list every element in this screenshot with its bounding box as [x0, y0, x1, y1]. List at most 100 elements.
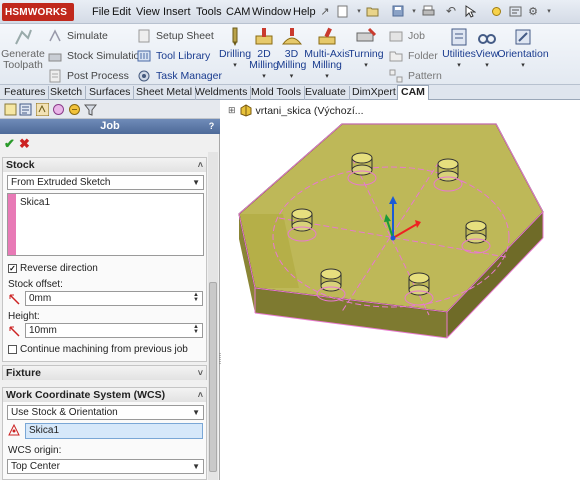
expand-chevron-icon[interactable]: ˅: [198, 366, 203, 380]
stock-simulation-button[interactable]: Stock Simulation: [47, 48, 145, 64]
title-bar: HSMWORKS File Edit View Insert Tools CAM…: [0, 0, 580, 24]
rebuild-icon[interactable]: [489, 4, 503, 18]
drilling-dropdown-icon: ▾: [233, 62, 237, 69]
fixture-section-title: Fixture: [6, 367, 42, 379]
collapse-chevron-icon[interactable]: ˄: [198, 158, 203, 172]
tab-mold-tools[interactable]: Mold Tools: [248, 86, 305, 100]
setup-sheet-button[interactable]: Setup Sheet: [136, 28, 214, 44]
stock-offset-input[interactable]: 0mm ▲ ▼: [25, 291, 203, 306]
reverse-direction-label: Reverse direction: [20, 263, 98, 274]
menu-insert[interactable]: Insert: [163, 6, 191, 18]
generate-toolpath-label: Generate Toolpath: [1, 48, 45, 71]
post-process-icon: [49, 69, 61, 83]
options-icon[interactable]: [508, 4, 522, 18]
tab-cam[interactable]: CAM: [397, 85, 429, 101]
ok-cancel-row: ✔ ✖: [0, 134, 220, 152]
wcs-selection-field[interactable]: Skica1: [25, 423, 203, 439]
multi-axis-milling-label: Multi-Axis Milling: [304, 48, 350, 71]
print-icon[interactable]: [421, 4, 435, 18]
fixture-section-header[interactable]: Fixture ˅: [3, 366, 206, 380]
view-button[interactable]: View ▾: [476, 26, 498, 71]
wcs-mode-select[interactable]: Use Stock & Orientation ▼: [7, 405, 204, 420]
tab-weldments[interactable]: Weldments: [192, 86, 252, 100]
configuration-manager-icon[interactable]: [36, 103, 49, 116]
multi-axis-milling-icon: [318, 27, 336, 45]
stock-selection-list[interactable]: Skica1: [7, 193, 204, 256]
panel-title: Job ?: [0, 119, 220, 134]
cancel-x-icon[interactable]: ✖: [19, 136, 30, 152]
tab-evaluate[interactable]: Evaluate: [302, 86, 350, 100]
new-dropdown-icon[interactable]: ▾: [352, 4, 366, 18]
menu-tools[interactable]: Tools: [196, 6, 222, 18]
stock-simulation-label: Stock Simulation: [67, 50, 146, 62]
open-icon[interactable]: [366, 4, 380, 18]
pattern-button[interactable]: Pattern: [388, 68, 442, 84]
tab-features[interactable]: Features: [1, 86, 50, 100]
spin-arrows-icon[interactable]: ▲ ▼: [191, 292, 201, 304]
tool-library-button[interactable]: Tool Library: [136, 48, 210, 64]
property-manager-panel: Job ? ✔ ✖ Stock ˄ From Extruded Sketch ▼…: [0, 100, 220, 480]
help-button[interactable]: ?: [206, 120, 217, 132]
tab-surfaces[interactable]: Surfaces: [86, 86, 135, 100]
job-button[interactable]: Job: [388, 28, 425, 44]
scrollbar-thumb[interactable]: [209, 282, 217, 472]
tab-sheet-metal[interactable]: Sheet Metal: [133, 86, 197, 100]
utilities-icon: [451, 28, 467, 46]
stock-offset-label: Stock offset:: [8, 279, 63, 290]
simulate-button[interactable]: Simulate: [47, 28, 108, 44]
panel-toolbar: [0, 100, 220, 119]
collapse-chevron-icon[interactable]: ˄: [198, 388, 203, 402]
utilities-button[interactable]: Utilities ▾: [442, 26, 476, 71]
settings-dropdown-icon[interactable]: ▾: [542, 4, 556, 18]
continue-machining-checkbox[interactable]: [8, 345, 17, 354]
pin-icon[interactable]: ↗: [318, 4, 332, 18]
ok-check-icon[interactable]: ✔: [4, 136, 15, 152]
feature-tree-icon[interactable]: [4, 103, 17, 116]
height-input[interactable]: 10mm ▲ ▼: [25, 323, 203, 338]
new-document-icon[interactable]: [336, 4, 350, 18]
filter-icon[interactable]: [84, 103, 97, 116]
save-icon[interactable]: [391, 4, 405, 18]
stock-mode-select[interactable]: From Extruded Sketch ▼: [7, 175, 204, 190]
hsmworks-logo[interactable]: HSMWORKS: [2, 3, 74, 21]
reverse-direction-checkbox[interactable]: [8, 264, 17, 273]
turning-button[interactable]: Turning ▾: [348, 26, 384, 71]
menu-edit[interactable]: Edit: [112, 6, 131, 18]
save-dropdown-icon[interactable]: ▾: [407, 4, 421, 18]
height-label: Height:: [8, 311, 40, 322]
2d-milling-icon: [255, 28, 273, 45]
dimxpert-manager-icon[interactable]: [52, 103, 65, 116]
drilling-button[interactable]: Drilling ▾: [219, 26, 251, 71]
wcs-section-header[interactable]: Work Coordinate System (WCS) ˄: [3, 388, 206, 402]
stock-selection-item[interactable]: Skica1: [20, 197, 50, 208]
generate-toolpath-button[interactable]: Generate Toolpath: [1, 26, 45, 71]
multi-axis-milling-button[interactable]: Multi-Axis Milling ▾: [304, 26, 350, 82]
wcs-origin-select[interactable]: Top Center ▼: [7, 459, 204, 474]
panel-scrollbar[interactable]: [208, 152, 218, 480]
stock-model-3d[interactable]: [221, 100, 580, 480]
tab-dimxpert[interactable]: DimXpert: [349, 86, 400, 100]
fixture-section: Fixture ˅: [2, 365, 207, 380]
menu-window[interactable]: Window: [252, 6, 291, 18]
stock-section-header[interactable]: Stock ˄: [3, 158, 206, 172]
display-manager-icon[interactable]: [68, 103, 81, 116]
post-process-button[interactable]: Post Process: [47, 68, 129, 84]
undo-icon[interactable]: ↶: [444, 4, 458, 18]
spin-arrows-icon[interactable]: ▲ ▼: [191, 324, 201, 336]
orientation-button[interactable]: Orientation ▾: [497, 26, 549, 71]
2d-milling-button[interactable]: 2D Milling ▾: [249, 26, 279, 82]
menu-file[interactable]: File: [92, 6, 110, 18]
menu-view[interactable]: View: [136, 6, 160, 18]
folder-button[interactable]: Folder: [388, 48, 438, 64]
tab-sketch[interactable]: Sketch: [47, 86, 87, 100]
3d-milling-button[interactable]: 3D Milling ▾: [276, 26, 307, 82]
property-manager-icon[interactable]: [19, 103, 32, 116]
settings-icon[interactable]: ⚙: [526, 4, 540, 18]
select-icon[interactable]: [463, 4, 477, 18]
task-manager-button[interactable]: Task Manager: [136, 68, 222, 84]
3d-milling-label: 3D Milling: [276, 48, 307, 71]
menu-cam[interactable]: CAM: [226, 6, 250, 18]
wcs-axis-icon: [8, 423, 20, 436]
orientation-icon: [515, 29, 531, 45]
menu-help[interactable]: Help: [293, 6, 316, 18]
